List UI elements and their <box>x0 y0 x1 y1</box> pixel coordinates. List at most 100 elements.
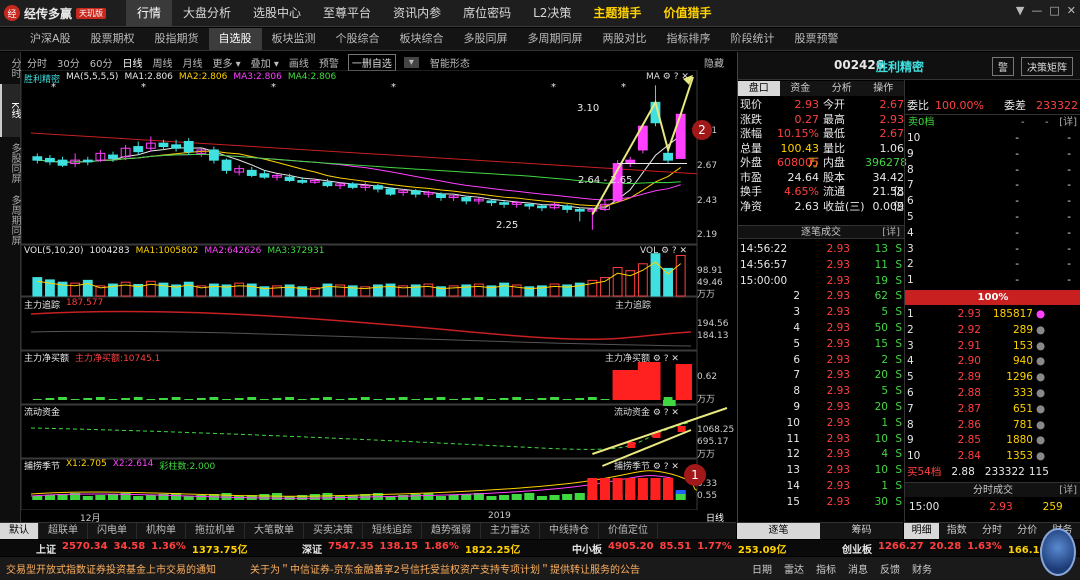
buy-row[interactable]: 9 2.85 1880 ● <box>907 433 1080 449</box>
period-0[interactable]: 分时 <box>22 55 52 70</box>
right-tab-right-3[interactable]: 分价 <box>1010 523 1045 539</box>
quote-tab-3[interactable]: 操作 <box>863 81 905 96</box>
subtab-2[interactable]: 股指期货 <box>145 28 209 50</box>
alert-button[interactable]: 警 <box>992 57 1014 76</box>
period-3[interactable]: 日线 <box>117 55 147 70</box>
buy-row[interactable]: 7 2.87 651 ● <box>907 402 1080 418</box>
news-tool-1[interactable]: 雷达 <box>784 561 804 576</box>
menu-6[interactable]: L2决策 <box>522 0 582 27</box>
subtab-12[interactable]: 股票预警 <box>785 28 849 50</box>
delete-favorite-button[interactable]: 一删自选 <box>347 53 396 71</box>
indicator-tab-6[interactable]: 买卖决策 <box>304 523 363 539</box>
indicator-tab-10[interactable]: 中线持仓 <box>540 523 599 539</box>
left-tab-1[interactable]: K线 <box>0 84 20 137</box>
left-tab-3[interactable]: 多周期同屏 <box>0 189 20 251</box>
right-tab-right-0[interactable]: 明细 <box>904 523 940 539</box>
menu-3[interactable]: 至尊平台 <box>312 0 382 27</box>
period-2[interactable]: 60分 <box>85 55 118 70</box>
news-tool-4[interactable]: 反馈 <box>880 561 900 576</box>
maximize-icon[interactable]: □ <box>1049 4 1059 17</box>
blj-controls[interactable]: 捕捞季节 ⚙ ? ✕ <box>614 459 679 472</box>
period-6[interactable]: 更多 ▾ <box>207 55 245 70</box>
period-1[interactable]: 30分 <box>52 55 85 70</box>
close-icon[interactable]: ✕ <box>1067 4 1076 17</box>
buy-row[interactable]: 8 2.86 781 ● <box>907 418 1080 434</box>
right-tab-left-1[interactable]: 筹码 <box>820 523 903 539</box>
buy-row[interactable]: 4 2.90 940 ● <box>907 354 1080 370</box>
mode-dropdown-icon[interactable]: ▾ <box>403 56 419 68</box>
right-tab-right-1[interactable]: 指数 <box>939 523 974 539</box>
index-2[interactable]: 中小板 4905.20 85.51 1.77% 253.09亿 <box>572 541 786 556</box>
hide-button[interactable]: 隐藏 <box>704 55 724 70</box>
right-tab-left-0[interactable]: 逐笔 <box>737 523 820 539</box>
sell-row[interactable]: 8-- <box>907 163 1080 179</box>
main-panel-controls[interactable]: MA ⚙ ? ✕ <box>646 72 689 82</box>
sell-row[interactable]: 1-- <box>907 273 1080 289</box>
vol-panel-controls[interactable]: VOL ⚙ ? ✕ <box>640 246 687 256</box>
menu-0[interactable]: 行情 <box>126 0 173 27</box>
minimize-icon[interactable]: — <box>1031 4 1042 17</box>
subtab-5[interactable]: 个股综合 <box>326 28 390 50</box>
ldzj-controls[interactable]: 流动资金 ⚙ ? ✕ <box>614 405 679 418</box>
index-3[interactable]: 创业板 1266.27 20.28 1.63% 166.10亿 <box>842 541 1056 556</box>
sell-row[interactable]: 10- - <box>907 131 1080 147</box>
sell-row[interactable]: 4-- <box>907 226 1080 242</box>
sell-row[interactable]: 5-- <box>907 210 1080 226</box>
buy-row[interactable]: 10 2.84 1353 ● <box>907 449 1080 465</box>
tool-1[interactable]: 画线 <box>284 55 314 70</box>
news-left[interactable]: 交易型开放式指数证券投资基金上市交易的通知 <box>6 561 244 576</box>
left-tab-2[interactable]: 多股同屏 <box>0 137 20 189</box>
index-0[interactable]: 上证 2570.34 34.58 1.36% 1373.75亿 <box>36 541 247 556</box>
quote-tab-2[interactable]: 分析 <box>821 81 863 96</box>
subtab-11[interactable]: 阶段统计 <box>721 28 785 50</box>
subtab-6[interactable]: 板块综合 <box>390 28 454 50</box>
trade-detail-link[interactable]: [详] <box>882 226 900 239</box>
period-5[interactable]: 月线 <box>177 55 207 70</box>
quote-tab-1[interactable]: 资金 <box>780 81 822 96</box>
news-main[interactable]: 关于为＂中信证券-京东金融善享2号信托受益权资产支持专项计划＂提供转让服务的公告 <box>250 561 730 576</box>
tool-0[interactable]: 叠加 ▾ <box>246 55 284 70</box>
buy-row[interactable]: 1 2.93 185817 ● <box>907 307 1080 323</box>
sell-row[interactable]: 6-- <box>907 194 1080 210</box>
right-tab-right-2[interactable]: 分时 <box>974 523 1009 539</box>
menu-5[interactable]: 席位密码 <box>452 0 522 27</box>
fs-detail-link[interactable]: [详] <box>1059 483 1077 498</box>
avatar[interactable] <box>1040 528 1076 576</box>
menu-8[interactable]: 价值猎手 <box>652 0 722 27</box>
tool-2[interactable]: 预警 <box>314 55 344 70</box>
subtab-10[interactable]: 指标排序 <box>657 28 721 50</box>
indicator-tab-7[interactable]: 短线追踪 <box>363 523 422 539</box>
buy-row[interactable]: 3 2.91 153 ● <box>907 339 1080 355</box>
news-tool-3[interactable]: 消息 <box>848 561 868 576</box>
subtab-1[interactable]: 股票期权 <box>81 28 145 50</box>
indicator-tab-0[interactable]: 默认 <box>0 523 39 539</box>
zljm-controls[interactable]: 主力净买额 ⚙ ? ✕ <box>605 351 679 364</box>
news-tool-0[interactable]: 日期 <box>752 561 772 576</box>
subtab-4[interactable]: 板块监测 <box>262 28 326 50</box>
indicator-tab-11[interactable]: 价值定位 <box>599 523 658 539</box>
kline-chart[interactable]: * * * * * * <box>21 70 737 510</box>
sell-detail-link[interactable]: [详] <box>1059 115 1077 130</box>
zlzz-controls[interactable]: 主力追踪 <box>615 298 651 311</box>
subtab-8[interactable]: 多周期同屏 <box>518 28 593 50</box>
sell-row[interactable]: 9-- <box>907 147 1080 163</box>
index-1[interactable]: 深证 7547.35 138.15 1.86% 1822.25亿 <box>302 541 520 556</box>
buy-row[interactable]: 2 2.92 289 ● <box>907 323 1080 339</box>
period-4[interactable]: 周线 <box>147 55 177 70</box>
indicator-tab-4[interactable]: 拖拉机单 <box>186 523 245 539</box>
indicator-tab-1[interactable]: 超联单 <box>39 523 88 539</box>
indicator-tab-8[interactable]: 趋势强弱 <box>422 523 481 539</box>
indicator-tab-5[interactable]: 大笔散单 <box>245 523 304 539</box>
buy-row[interactable]: 5 2.89 1296 ● <box>907 370 1080 386</box>
sell-row[interactable]: 2-- <box>907 257 1080 273</box>
indicator-tab-3[interactable]: 机构单 <box>137 523 186 539</box>
menu-4[interactable]: 资讯内参 <box>382 0 452 27</box>
subtab-9[interactable]: 两股对比 <box>593 28 657 50</box>
news-tool-2[interactable]: 指标 <box>816 561 836 576</box>
menu-7[interactable]: 主题猎手 <box>582 0 652 27</box>
news-tool-5[interactable]: 财务 <box>912 561 932 576</box>
decision-matrix-button[interactable]: 决策矩阵 <box>1021 57 1073 76</box>
subtab-7[interactable]: 多股同屏 <box>454 28 518 50</box>
sell-row[interactable]: 7-- <box>907 178 1080 194</box>
menu-2[interactable]: 选股中心 <box>242 0 312 27</box>
